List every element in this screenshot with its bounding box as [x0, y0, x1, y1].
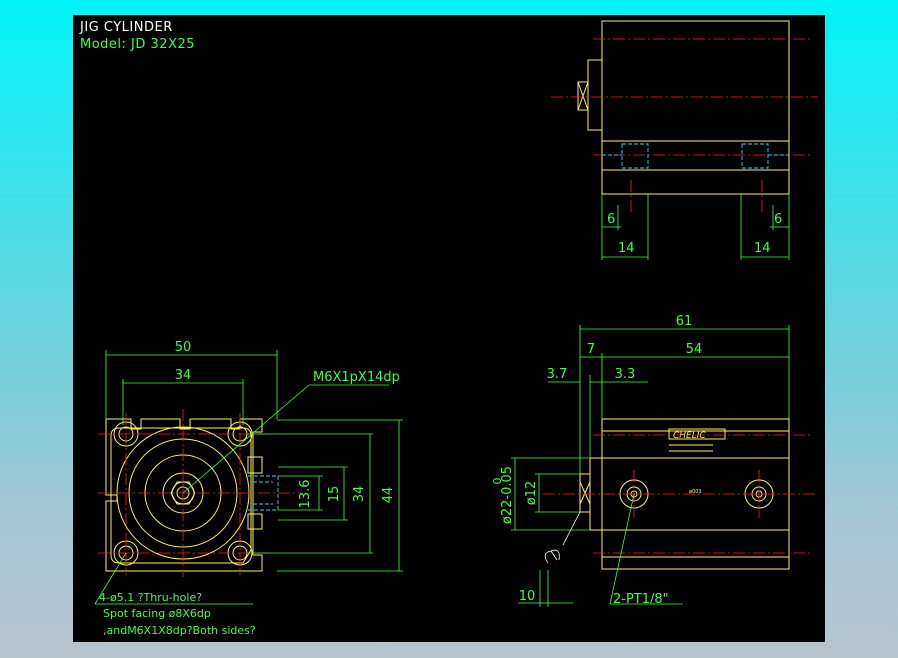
dim-height-34: 34	[352, 486, 367, 503]
dim-3-7: 3.7	[547, 367, 568, 382]
dim-height-44: 44	[381, 487, 396, 504]
dim-width-34: 34	[175, 368, 192, 383]
drawing-canvas: JIG CYLINDER Model: JD 32X25 6 14 6 14 5…	[73, 15, 825, 642]
dim-width-50: 50	[175, 340, 192, 355]
dim-7: 7	[587, 342, 595, 357]
dim-top-left-6: 6	[607, 212, 615, 227]
dim-phi22: ø22-0.05	[500, 466, 515, 524]
hole-note-line1: 4-ø5.1 ?Thru-hole?	[99, 591, 202, 604]
hole-note-line3: ,andM6X1X8dp?Both sides?	[103, 624, 256, 637]
dim-top-right-6: 6	[774, 212, 782, 227]
dim-phi12: ø12	[524, 481, 539, 506]
dim-length-61: 61	[676, 314, 693, 329]
thread-label: M6X1pX14dp	[313, 370, 400, 385]
top-view: 6 14 6 14	[551, 20, 818, 260]
hole-note-line2: Spot facing ø8X6dp	[103, 607, 211, 620]
dim-phi22-tolerance: 0	[491, 478, 504, 485]
dim-top-left-14: 14	[618, 241, 635, 256]
dim-3-3: 3.3	[615, 367, 636, 382]
dim-13-6: 13.6	[298, 480, 313, 509]
dim-length-54: 54	[686, 342, 703, 357]
brand-label: CHELIC	[673, 431, 706, 441]
front-view: 50 34 13.6 15 34 44 M6X1pX14dp 4-ø5.1 ?T…	[94, 340, 403, 637]
dim-10: 10	[519, 589, 536, 604]
port-label: 2-PT1/8"	[613, 592, 669, 607]
dim-top-right-14: 14	[754, 241, 771, 256]
cad-drawing: 6 14 6 14 50 34 13.6 15 34 44 M6X1pX14dp…	[94, 20, 818, 637]
side-view: CHELIC ø003 61 7 54 3.7 3.3 ø12 ø22-0.05…	[491, 314, 818, 607]
dim-15: 15	[327, 486, 342, 503]
